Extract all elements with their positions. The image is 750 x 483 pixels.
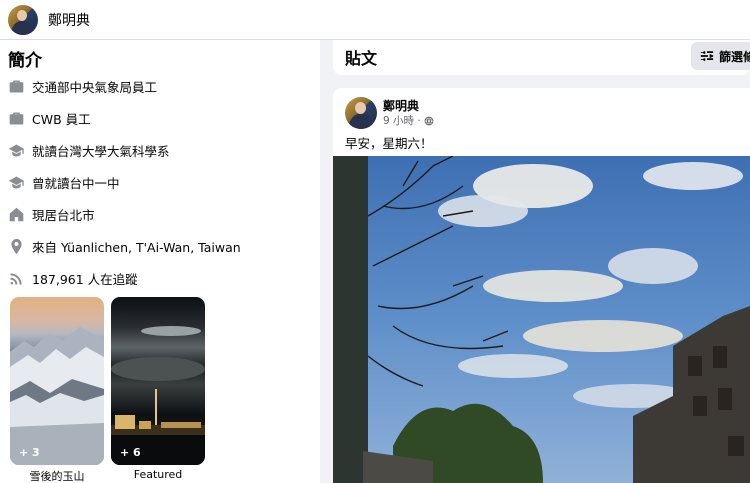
featured-thumbnail[interactable]: + 3 [10,297,104,465]
location-pin-icon [7,237,25,255]
featured-thumbnail[interactable]: + 6 [111,297,205,465]
graduation-cap-icon [7,173,25,191]
post-author-avatar[interactable] [345,97,377,129]
post-card: 鄭明典 9 小時 · 早安，星期六！ [333,88,750,483]
featured-label[interactable]: 雪後的玉山 [30,468,85,483]
filter-button[interactable]: 篩選條 [691,42,750,70]
profile-header-bar: 鄭明典 [0,0,750,40]
intro-item-education: 就讀台灣大學大氣科學系 [0,134,320,166]
intro-title: 簡介 [8,51,42,71]
home-icon [7,205,25,223]
profile-avatar[interactable] [8,4,38,35]
post-author-name[interactable]: 鄭明典 [383,97,419,114]
intro-item-label[interactable]: 曾就讀台中一中 [32,173,120,192]
intro-list: 交通部中央氣象局員工 CWB 員工 就讀台灣大學大氣科學系 曾就讀台中一中 現居… [0,70,320,294]
post-meta: 9 小時 · [383,113,434,128]
briefcase-icon [7,109,25,127]
sky-tree-building-image [333,156,750,483]
night-city-image [111,326,205,465]
featured-count: + 6 [120,446,141,459]
intro-item-residence: 現居台北市 [0,198,320,230]
posts-header: 貼文 篩選條 [333,40,750,75]
post-photo[interactable] [333,156,750,483]
filter-sliders-icon [700,51,714,61]
intro-item-job: CWB 員工 [0,102,320,134]
intro-item-hometown: 來自 Yüanlichen, T'Ai-Wan, Taiwan [0,230,320,262]
featured-label[interactable]: Featured [134,468,183,481]
snow-mountain-image [10,327,104,465]
intro-item-label[interactable]: CWB 員工 [32,109,91,128]
intro-item-label[interactable]: 交通部中央氣象局員工 [32,77,157,96]
briefcase-icon [7,77,25,95]
intro-item-label[interactable]: 就讀台灣大學大氣科學系 [32,141,170,160]
globe-icon [424,116,434,125]
intro-item-label[interactable]: 來自 Yüanlichen, T'Ai-Wan, Taiwan [32,237,241,256]
featured-collection-2[interactable]: + 6 Featured [111,297,205,481]
intro-item-label[interactable]: 現居台北市 [32,205,95,224]
intro-panel: 簡介 交通部中央氣象局員工 CWB 員工 就讀台灣大學大氣科學系 曾就讀台中一中… [0,40,320,483]
filter-label: 篩選條 [719,49,750,64]
intro-item-job: 交通部中央氣象局員工 [0,70,320,102]
profile-name[interactable]: 鄭明典 [48,10,90,30]
intro-item-followers: 187,961 人在追蹤 [0,262,320,294]
featured-count: + 3 [19,446,40,459]
rss-icon [7,269,25,287]
post-timestamp[interactable]: 9 小時 · [383,113,421,128]
featured-collection-1[interactable]: + 3 雪後的玉山 [10,297,104,483]
post-text: 早安，星期六！ [345,136,433,151]
intro-item-label[interactable]: 187,961 人在追蹤 [32,269,138,288]
posts-title: 貼文 [345,49,378,68]
intro-item-education: 曾就讀台中一中 [0,166,320,198]
graduation-cap-icon [7,141,25,159]
